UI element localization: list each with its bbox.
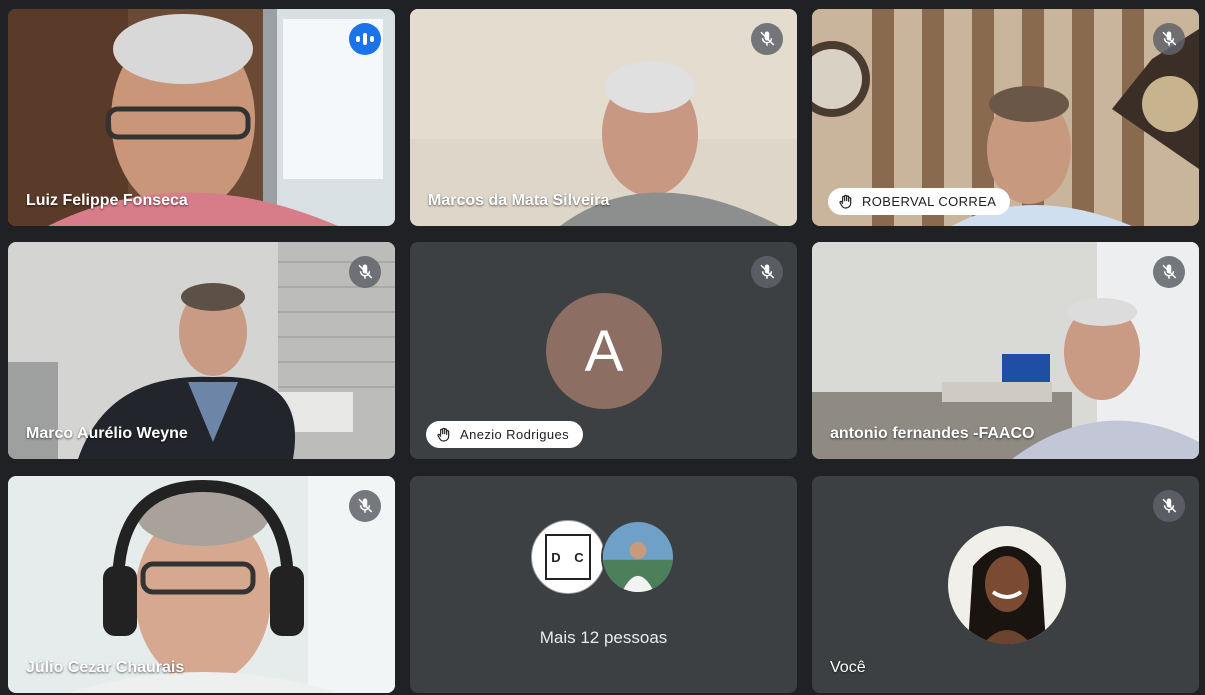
more-participants-tile[interactable]: D C Mais 12 pessoas bbox=[410, 476, 797, 693]
participant-tile-antonio[interactable]: antonio fernandes -FAACO bbox=[812, 242, 1199, 459]
participant-name: Marco Aurélio Weyne bbox=[26, 425, 188, 442]
participant-tile-roberval[interactable]: ROBERVAL CORREA bbox=[812, 9, 1199, 226]
overflow-avatars: D C bbox=[531, 520, 677, 596]
raised-hand-badge: ROBERVAL CORREA bbox=[828, 188, 1011, 215]
mic-off-icon bbox=[1153, 23, 1185, 55]
avatar-initials: D C bbox=[545, 534, 591, 580]
mic-off-icon bbox=[349, 256, 381, 288]
participant-name: antonio fernandes -FAACO bbox=[830, 425, 1035, 442]
raised-hand-badge: Anezio Rodrigues bbox=[426, 421, 584, 448]
mic-off-icon bbox=[751, 23, 783, 55]
participant-name: Anezio Rodrigues bbox=[460, 427, 570, 442]
participant-tile-luiz[interactable]: Luiz Felippe Fonseca bbox=[8, 9, 395, 226]
avatar: A bbox=[546, 293, 662, 409]
participant-name: ROBERVAL CORREA bbox=[862, 194, 997, 209]
participant-name: Júlio Cezar Chaurais bbox=[26, 659, 185, 676]
participant-tile-anezio[interactable]: A Anezio Rodrigues bbox=[410, 242, 797, 459]
mic-off-icon bbox=[1153, 256, 1185, 288]
participant-tile-marco[interactable]: Marco Aurélio Weyne bbox=[8, 242, 395, 459]
avatar bbox=[948, 526, 1066, 644]
participant-name: Luiz Felippe Fonseca bbox=[26, 192, 188, 209]
raised-hand-icon bbox=[839, 194, 852, 209]
mic-off-icon bbox=[349, 490, 381, 522]
avatar bbox=[601, 520, 675, 594]
participant-tile-marcos[interactable]: Marcos da Mata Silveira bbox=[410, 9, 797, 226]
participant-tile-julio[interactable]: Júlio Cezar Chaurais bbox=[8, 476, 395, 693]
mic-off-icon bbox=[751, 256, 783, 288]
raised-hand-icon bbox=[437, 427, 450, 442]
avatar: D C bbox=[531, 520, 605, 594]
participant-name: Marcos da Mata Silveira bbox=[428, 192, 610, 209]
self-tile[interactable]: Você bbox=[812, 476, 1199, 693]
mic-off-icon bbox=[1153, 490, 1185, 522]
more-participants-label: Mais 12 pessoas bbox=[539, 628, 668, 647]
audio-level-icon bbox=[349, 23, 381, 55]
participant-name: Você bbox=[830, 659, 866, 676]
